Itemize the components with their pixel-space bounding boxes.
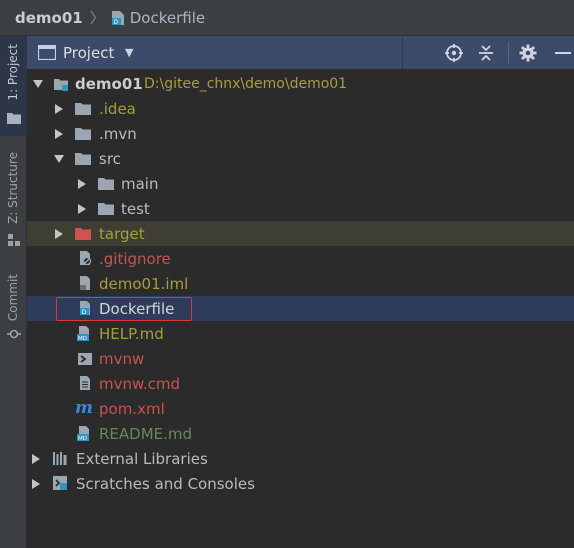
tree-row-pom[interactable]: m pom.xml xyxy=(27,396,574,421)
tree-row-readme[interactable]: MD README.md xyxy=(27,421,574,446)
project-panel-header: Project ▼ xyxy=(27,36,574,69)
tree-row-mvn[interactable]: .mvn xyxy=(27,121,574,146)
commit-icon xyxy=(7,329,21,339)
module-folder-icon xyxy=(54,79,68,91)
collapse-all-icon[interactable] xyxy=(476,43,496,63)
folder-icon xyxy=(98,178,114,190)
hide-icon[interactable] xyxy=(549,43,574,63)
tab-structure[interactable]: Z: Structure xyxy=(0,144,27,254)
tree-row-idea[interactable]: .idea xyxy=(27,96,574,121)
breadcrumb-file[interactable]: D Dockerfile xyxy=(110,9,205,27)
excluded-folder-icon xyxy=(75,228,91,240)
breadcrumb-project[interactable]: demo01 xyxy=(15,9,83,27)
highlight-box xyxy=(56,297,192,321)
tree-row-gitignore[interactable]: .gitignore xyxy=(27,246,574,271)
tree-item-label: .idea xyxy=(99,99,136,118)
tree-row-iml[interactable]: demo01.iml xyxy=(27,271,574,296)
tree-item-label: mvnw.cmd xyxy=(99,374,181,393)
ignore-file-icon xyxy=(80,251,92,266)
tree-row-test[interactable]: test xyxy=(27,196,574,221)
tree-item-label: pom.xml xyxy=(99,399,165,418)
library-icon xyxy=(53,452,67,465)
gear-icon[interactable] xyxy=(518,43,538,63)
structure-icon xyxy=(8,234,20,246)
tree-row-help[interactable]: MD HELP.md xyxy=(27,321,574,346)
tree-item-label: target xyxy=(99,224,145,243)
tab-structure-label: Z: Structure xyxy=(6,152,20,224)
tree-item-label: Scratches and Consoles xyxy=(76,474,255,493)
tree-item-label: demo01.iml xyxy=(99,274,189,293)
divider xyxy=(508,42,509,63)
panel-title[interactable]: Project xyxy=(63,44,114,62)
folder-icon xyxy=(75,128,91,140)
project-tree: demo01 D:\gitee_chnx\demo\demo01 .idea .… xyxy=(27,69,574,548)
tab-project-label: 1: Project xyxy=(6,44,20,101)
tab-commit-label: Commit xyxy=(6,274,20,322)
markdown-file-icon: MD xyxy=(77,426,89,441)
chevron-right-icon[interactable] xyxy=(77,179,87,189)
chevron-right-icon[interactable] xyxy=(31,479,41,489)
tree-root-path: D:\gitee_chnx\demo\demo01 xyxy=(144,75,348,92)
shell-script-icon xyxy=(78,353,92,365)
tab-commit[interactable]: Commit xyxy=(0,266,27,346)
tree-item-label: test xyxy=(121,199,150,218)
chevron-right-icon[interactable] xyxy=(54,104,64,114)
tree-item-label: .mvn xyxy=(99,124,137,143)
breadcrumb-file-label: Dockerfile xyxy=(129,8,206,27)
chevron-down-icon[interactable] xyxy=(33,79,43,89)
tree-row-main[interactable]: main xyxy=(27,171,574,196)
breadcrumb: demo01 〉 D Dockerfile xyxy=(0,0,574,36)
module-file-icon xyxy=(80,276,90,290)
scratches-icon xyxy=(53,476,67,490)
maven-icon: m xyxy=(75,398,93,418)
tree-item-label: External Libraries xyxy=(76,449,208,468)
folder-icon xyxy=(7,113,21,124)
tree-row-scratches[interactable]: Scratches and Consoles xyxy=(27,471,574,496)
chevron-right-icon[interactable] xyxy=(54,129,64,139)
folder-icon xyxy=(98,203,114,215)
chevron-down-icon[interactable]: ▼ xyxy=(125,46,133,59)
tree-item-label: mvnw xyxy=(99,349,145,368)
tree-row-src[interactable]: src xyxy=(27,146,574,171)
tree-row-target[interactable]: target xyxy=(27,221,574,246)
chevron-down-icon[interactable] xyxy=(54,154,64,164)
breadcrumb-separator: 〉 xyxy=(89,9,105,27)
folder-icon xyxy=(75,103,91,115)
dockerfile-icon: D xyxy=(111,10,124,26)
tree-row-external-libraries[interactable]: External Libraries xyxy=(27,446,574,471)
locate-icon[interactable] xyxy=(444,43,464,63)
divider xyxy=(402,36,403,69)
tree-item-label: README.md xyxy=(99,424,193,443)
tree-item-label: main xyxy=(121,174,159,193)
svg-text:MD: MD xyxy=(78,336,87,341)
tree-row-mvnw[interactable]: mvnw xyxy=(27,346,574,371)
folder-icon xyxy=(75,153,91,165)
chevron-right-icon[interactable] xyxy=(77,204,87,214)
markdown-file-icon: MD xyxy=(77,326,89,341)
svg-text:MD: MD xyxy=(78,436,87,441)
tree-item-label: src xyxy=(99,149,121,168)
tab-project[interactable]: 1: Project xyxy=(0,36,27,136)
tool-window-strip: 1: Project Z: Structure Commit xyxy=(0,36,27,548)
tree-root-label: demo01 xyxy=(75,74,143,93)
tree-item-label: .gitignore xyxy=(99,249,171,268)
chevron-right-icon[interactable] xyxy=(54,229,64,239)
svg-text:D: D xyxy=(113,19,118,26)
tree-row-root[interactable]: demo01 D:\gitee_chnx\demo\demo01 xyxy=(27,71,574,96)
project-view-icon xyxy=(38,45,56,60)
tree-item-label: HELP.md xyxy=(99,324,164,343)
chevron-right-icon[interactable] xyxy=(31,454,41,464)
tree-row-mvnwcmd[interactable]: mvnw.cmd xyxy=(27,371,574,396)
text-file-icon xyxy=(80,376,90,390)
